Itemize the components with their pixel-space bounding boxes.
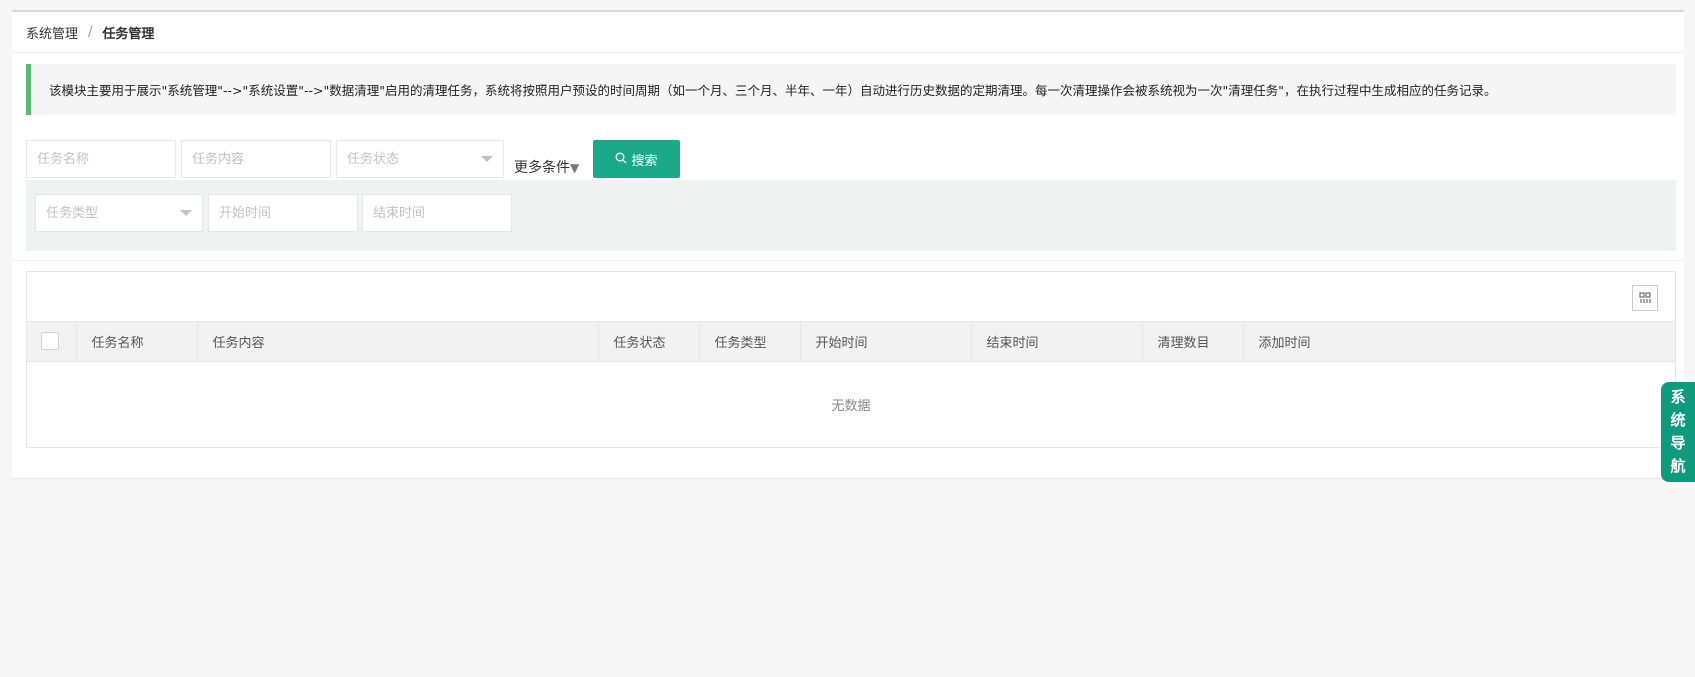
main-panel: 系统管理 / 任务管理 该模块主要用于展示"系统管理"-->"系统设置"-->"… — [12, 12, 1684, 479]
column-header[interactable]: 任务类型 — [699, 322, 801, 362]
more-conditions-panel — [26, 180, 1676, 251]
column-header[interactable]: 添加时间 — [1243, 322, 1675, 362]
columns-grid-icon[interactable] — [1632, 285, 1658, 311]
chevron-down-icon — [481, 156, 493, 162]
task-content-input[interactable] — [181, 140, 331, 178]
notice-text: 该模块主要用于展示"系统管理"-->"系统设置"-->"数据清理"启用的清理任务… — [49, 83, 1497, 98]
side-nav-char: 统 — [1670, 411, 1686, 429]
task-status-select[interactable] — [336, 140, 504, 178]
search-icon — [615, 152, 627, 167]
triangle-down-icon: ▼ — [570, 161, 580, 175]
column-header[interactable]: 任务内容 — [197, 322, 599, 362]
section-divider — [12, 260, 1684, 261]
system-navigation-tab[interactable]: 系 统 导 航 — [1661, 382, 1695, 482]
end-time-input[interactable] — [362, 194, 512, 232]
task-type-select[interactable] — [35, 194, 203, 232]
column-header[interactable]: 结束时间 — [971, 322, 1143, 362]
column-header[interactable]: 任务名称 — [76, 322, 198, 362]
column-header[interactable]: 开始时间 — [800, 322, 972, 362]
side-nav-char: 导 — [1670, 434, 1686, 452]
task-name-input[interactable] — [26, 140, 176, 178]
search-button-label: 搜索 — [631, 153, 658, 169]
breadcrumb-parent[interactable]: 系统管理 — [26, 23, 78, 42]
select-all-checkbox[interactable] — [41, 332, 59, 351]
more-conditions-label: 更多条件 — [514, 160, 570, 176]
breadcrumb-current: 任务管理 — [102, 26, 155, 42]
search-button[interactable]: 搜索 — [593, 140, 680, 178]
empty-text: 无数据 — [831, 398, 871, 414]
select-all-cell — [27, 322, 77, 362]
empty-state: 无数据 — [27, 362, 1675, 447]
table-toolbar — [27, 272, 1675, 322]
breadcrumb: 系统管理 / 任务管理 — [12, 12, 1684, 53]
table-header-row: 任务名称 任务内容 任务状态 任务类型 开始时间 结束时间 清理数目 添加时间 — [27, 322, 1675, 362]
task-status-field[interactable] — [336, 140, 504, 178]
chevron-down-icon — [180, 210, 192, 216]
side-nav-char: 航 — [1670, 457, 1686, 475]
task-table: 任务名称 任务内容 任务状态 任务类型 开始时间 结束时间 清理数目 添加时间 … — [26, 271, 1676, 448]
start-time-input[interactable] — [208, 194, 358, 232]
column-header[interactable]: 清理数目 — [1142, 322, 1244, 362]
task-type-field[interactable] — [35, 194, 203, 232]
breadcrumb-separator: / — [88, 24, 93, 40]
module-notice: 该模块主要用于展示"系统管理"-->"系统设置"-->"数据清理"启用的清理任务… — [26, 64, 1676, 115]
side-nav-char: 系 — [1670, 388, 1686, 406]
column-header[interactable]: 任务状态 — [598, 322, 700, 362]
table-grid: 任务名称 任务内容 任务状态 任务类型 开始时间 结束时间 清理数目 添加时间 — [27, 322, 1675, 362]
